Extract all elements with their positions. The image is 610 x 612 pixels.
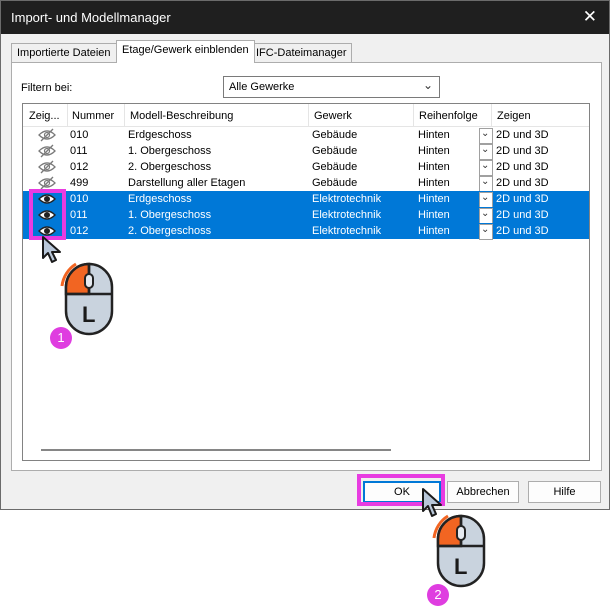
column-header-gewerk[interactable]: Gewerk [314,110,352,122]
filter-label: Filtern bei: [21,82,73,94]
table-row[interactable]: 011 1. Obergeschoss Gebäude Hinten ⌄ 2D und 3… [23,143,589,160]
cell-beschreibung: Erdgeschoss [128,193,192,205]
cell-nummer: 010 [70,193,89,205]
cell-reihenfolge: Hinten [418,193,450,205]
cell-gewerk: Elektrotechnik [312,193,382,205]
close-icon[interactable]: ✕ [583,7,597,27]
cell-zeigen: 2D und 3D [496,145,549,157]
hidden-eye-icon[interactable] [38,144,56,158]
cell-reihenfolge: Hinten [418,161,450,173]
cell-reihenfolge: Hinten [418,177,450,189]
highlight-visibility-icons [29,189,66,240]
cell-gewerk: Gebäude [312,161,358,173]
column-header-modell-beschreibung[interactable]: Modell-Beschreibung [130,110,233,122]
column-header-reihenfolge[interactable]: Reihenfolge [419,110,478,122]
hidden-eye-icon[interactable] [38,160,56,174]
tab-ifc-dateimanager[interactable]: IFC-Dateimanager [250,43,353,62]
cell-gewerk: Gebäude [312,145,358,157]
cell-nummer: 499 [70,177,89,189]
cell-zeigen: 2D und 3D [496,177,549,189]
chevron-down-icon: ⌄ [481,128,490,139]
table-row[interactable]: 011 1. Obergeschoss Elektrotechnik Hinten ⌄ 2… [23,207,589,224]
reihenfolge-dropdown[interactable]: ⌄ [479,208,493,224]
tab-importierte-dateien[interactable]: Importierte Dateien [11,43,117,62]
cell-nummer: 011 [70,145,88,157]
cell-gewerk: Elektrotechnik [312,209,382,221]
cell-gewerk: Gebäude [312,129,358,141]
filter-value: Alle Gewerke [229,81,295,93]
cell-zeigen: 2D und 3D [496,209,549,221]
cell-nummer: 011 [70,209,88,221]
cell-zeigen: 2D und 3D [496,193,549,205]
cell-nummer: 012 [70,161,89,173]
cancel-button[interactable]: Abbrechen [447,481,519,503]
hidden-eye-icon[interactable] [38,128,56,142]
cell-zeigen: 2D und 3D [496,225,549,237]
chevron-down-icon: ⌄ [481,192,490,203]
reihenfolge-dropdown[interactable]: ⌄ [479,160,493,176]
tab-etage-gewerk-einblenden[interactable]: Etage/Gewerk einblenden [116,40,255,63]
cell-reihenfolge: Hinten [418,209,450,221]
chevron-down-icon: ⌄ [481,176,490,187]
reihenfolge-dropdown[interactable]: ⌄ [479,224,493,240]
cell-beschreibung: Darstellung aller Etagen [128,177,246,189]
cell-reihenfolge: Hinten [418,225,450,237]
mouse-letter: L [454,554,468,579]
cell-beschreibung: Erdgeschoss [128,129,192,141]
table-row[interactable]: 012 2. Obergeschoss Elektrotechnik Hinten ⌄ 2… [23,223,589,240]
filter-dropdown[interactable]: Alle Gewerke ⌄ [223,76,440,98]
scrollbar-thumb[interactable] [41,449,391,451]
horizontal-scrollbar[interactable] [23,443,588,458]
reihenfolge-dropdown[interactable]: ⌄ [479,128,493,144]
import-model-manager-dialog: Import- und Modellmanager ✕ Importierte … [0,0,610,510]
help-button[interactable]: Hilfe [528,481,601,503]
chevron-down-icon: ⌄ [422,78,433,92]
cell-nummer: 012 [70,225,89,237]
window-title: Import- und Modellmanager [11,10,171,25]
mouse-letter: L [82,302,96,327]
reihenfolge-dropdown[interactable]: ⌄ [479,144,493,160]
table-row[interactable]: 010 Erdgeschoss Elektrotechnik Hinten ⌄ 2D un… [23,191,589,208]
column-header-zeigen[interactable]: Zeigen [497,110,531,122]
list-header: Zeig... Nummer Modell-Beschreibung Gewer… [23,104,589,127]
table-row[interactable]: 010 Erdgeschoss Gebäude Hinten ⌄ 2D und 3D [23,127,589,144]
cell-reihenfolge: Hinten [418,129,450,141]
title-bar: Import- und Modellmanager ✕ [1,1,609,34]
chevron-down-icon: ⌄ [481,160,490,171]
cell-beschreibung: 1. Obergeschoss [128,209,212,221]
table-row[interactable]: 012 2. Obergeschoss Gebäude Hinten ⌄ 2D und 3… [23,159,589,176]
cell-gewerk: Elektrotechnik [312,225,382,237]
cell-beschreibung: 2. Obergeschoss [128,225,212,237]
column-header-nummer[interactable]: Nummer [72,110,114,122]
cell-zeigen: 2D und 3D [496,161,549,173]
chevron-down-icon: ⌄ [481,144,490,155]
cell-beschreibung: 2. Obergeschoss [128,161,212,173]
cell-beschreibung: 1. Obergeschoss [128,145,212,157]
cell-reihenfolge: Hinten [418,145,450,157]
cell-gewerk: Gebäude [312,177,358,189]
chevron-down-icon: ⌄ [481,224,490,235]
step-badge-2: 2 [427,584,449,606]
cell-zeigen: 2D und 3D [496,129,549,141]
chevron-down-icon: ⌄ [481,208,490,219]
reihenfolge-dropdown[interactable]: ⌄ [479,176,493,192]
column-header-zeigen-short[interactable]: Zeig... [29,110,60,122]
step-badge-1: 1 [50,327,72,349]
table-row[interactable]: 499 Darstellung aller Etagen Gebäude Hinten… [23,175,589,192]
hidden-eye-icon[interactable] [38,176,56,190]
cell-nummer: 010 [70,129,89,141]
reihenfolge-dropdown[interactable]: ⌄ [479,192,493,208]
